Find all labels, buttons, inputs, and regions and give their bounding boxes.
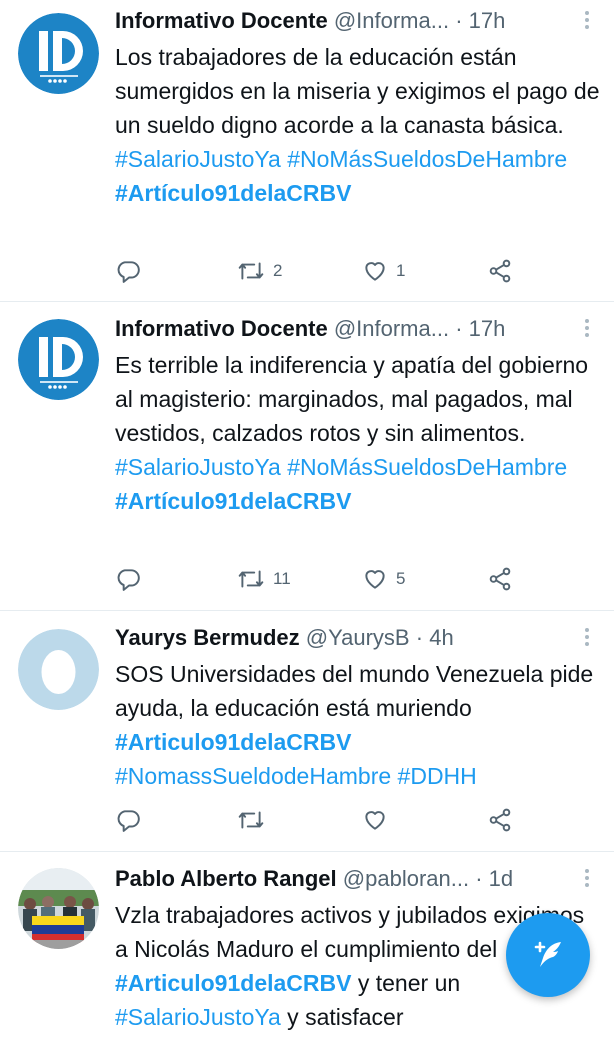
reply-icon: [117, 261, 140, 283]
tweet-text: Los trabajadores de la educación están s…: [115, 40, 600, 210]
hashtag-link[interactable]: #SalarioJustoYa: [115, 454, 281, 480]
retweet-button[interactable]: 11: [237, 564, 291, 594]
user-handle[interactable]: @YaurysB: [306, 625, 410, 650]
display-name[interactable]: Informativo Docente: [115, 8, 328, 33]
heart-icon: [365, 570, 385, 589]
user-handle[interactable]: @Informa...: [334, 316, 449, 341]
hashtag-link[interactable]: #NoMásSueldosDeHambre: [287, 454, 567, 480]
tweet[interactable]: Informativo Docente @Informa... · 17h Lo…: [0, 0, 614, 302]
group-photo-with-flag: [18, 868, 99, 949]
hashtag-link[interactable]: #SalarioJustoYa: [115, 1004, 281, 1030]
hashtag-link[interactable]: #SalarioJustoYa: [115, 146, 281, 172]
more-options-icon[interactable]: [582, 11, 592, 35]
tweet-actions: 11 5: [115, 564, 525, 594]
compose-tweet-icon: [534, 941, 561, 967]
tweet-text-segment: y tener un: [351, 970, 461, 996]
retweet-icon: [238, 262, 264, 280]
hashtag-link[interactable]: #DDHH: [398, 763, 477, 789]
tweet-text-segment: SOS Universidades del mundo Venezuela pi…: [115, 661, 594, 721]
reply-icon: [117, 569, 140, 591]
hashtag-link[interactable]: #NomassSueldodeHambre: [115, 763, 391, 789]
heart-icon: [365, 262, 385, 281]
tweet-header: Yaurys Bermudez @YaurysB · 4h: [115, 621, 594, 655]
informativo-docente-logo: [18, 13, 99, 94]
share-button[interactable]: [487, 564, 513, 594]
tweet[interactable]: Informativo Docente @Informa... · 17h Es…: [0, 302, 614, 611]
tweet-header: Informativo Docente @Informa... · 17h: [115, 4, 594, 38]
user-handle[interactable]: @pabloran...: [343, 866, 469, 891]
timestamp[interactable]: 4h: [429, 625, 453, 650]
retweet-icon: [238, 570, 264, 588]
timestamp[interactable]: 1d: [489, 866, 513, 891]
tweet-actions: [115, 805, 525, 835]
reply-button[interactable]: [115, 564, 141, 594]
tweet-header: Informativo Docente @Informa... · 17h: [115, 312, 594, 346]
hashtag-link[interactable]: #Artículo91delaCRBV: [115, 488, 351, 514]
tweet-header: Pablo Alberto Rangel @pabloran... · 1d: [115, 862, 594, 896]
more-options-icon[interactable]: [582, 319, 592, 343]
retweet-button[interactable]: 2: [237, 256, 282, 286]
hashtag-link[interactable]: #Articulo91delaCRBV: [115, 729, 351, 755]
avatar[interactable]: [18, 319, 99, 400]
display-name[interactable]: Informativo Docente: [115, 316, 328, 341]
tweet-actions: 2 1: [115, 256, 525, 286]
separator-dot: ·: [475, 866, 483, 891]
retweet-icon: [238, 811, 264, 829]
share-icon: [489, 808, 511, 832]
tweet-text: Es terrible la indiferencia y apatía del…: [115, 348, 600, 518]
timestamp[interactable]: 17h: [469, 8, 506, 33]
separator-dot: ·: [455, 8, 463, 33]
tweet-text-segment: Los trabajadores de la educación están s…: [115, 44, 600, 138]
avatar[interactable]: [18, 13, 99, 94]
more-options-icon[interactable]: [582, 628, 592, 652]
retweet-button[interactable]: [237, 805, 273, 835]
share-icon: [489, 567, 511, 591]
heart-icon: [365, 811, 385, 830]
tweet-text-segment: Es terrible la indiferencia y apatía del…: [115, 352, 589, 446]
display-name[interactable]: Pablo Alberto Rangel: [115, 866, 337, 891]
tweet[interactable]: Yaurys Bermudez @YaurysB · 4h SOS Univer…: [0, 611, 614, 852]
avatar[interactable]: [18, 629, 99, 710]
retweet-count: 2: [273, 261, 283, 280]
reply-button[interactable]: [115, 805, 141, 835]
like-count: 5: [396, 569, 406, 588]
compose-tweet-button[interactable]: [506, 913, 590, 997]
timeline-feed: Informativo Docente @Informa... · 17h Lo…: [0, 0, 614, 1052]
separator-dot: ·: [455, 316, 463, 341]
like-button[interactable]: [362, 805, 396, 835]
like-count: 1: [396, 261, 406, 280]
hashtag-link[interactable]: #Articulo91delaCRBV: [115, 970, 351, 996]
display-name[interactable]: Yaurys Bermudez: [115, 625, 300, 650]
tweet-text: SOS Universidades del mundo Venezuela pi…: [115, 657, 600, 793]
hashtag-link[interactable]: #Artículo91delaCRBV: [115, 180, 351, 206]
reply-icon: [117, 810, 140, 832]
share-button[interactable]: [487, 256, 513, 286]
default-egg-avatar: [18, 629, 99, 710]
timestamp[interactable]: 17h: [469, 316, 506, 341]
reply-button[interactable]: [115, 256, 141, 286]
like-button[interactable]: 1: [362, 256, 405, 286]
hashtag-link[interactable]: #NoMásSueldosDeHambre: [287, 146, 567, 172]
informativo-docente-logo: [18, 319, 99, 400]
avatar[interactable]: [18, 868, 99, 949]
separator-dot: ·: [415, 625, 424, 650]
share-button[interactable]: [487, 805, 513, 835]
like-button[interactable]: 5: [362, 564, 405, 594]
user-handle[interactable]: @Informa...: [334, 8, 449, 33]
tweet-text-segment: y satisfacer: [280, 1004, 404, 1030]
retweet-count: 11: [273, 569, 291, 588]
share-icon: [489, 259, 511, 283]
more-options-icon[interactable]: [582, 869, 592, 893]
